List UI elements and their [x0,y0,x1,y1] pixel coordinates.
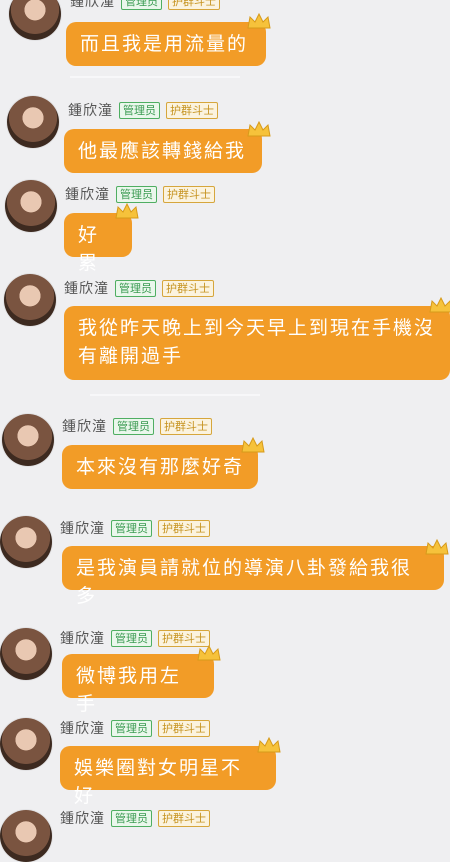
avatar[interactable] [0,810,52,862]
message-bubble[interactable]: 我從昨天晚上到今天早上到現在手機沒有離開過手 [64,306,450,380]
avatar[interactable] [0,718,52,770]
sender-name: 鍾欣潼 [70,0,115,10]
divider [90,394,260,396]
admin-tag: 管理员 [111,719,152,737]
sender-name: 鍾欣潼 [60,811,105,827]
admin-tag: 管理员 [119,101,160,119]
message-bubble[interactable]: 是我演員請就位的導演八卦發給我很多 [62,546,444,607]
sender-name: 鍾欣潼 [60,631,105,647]
crown-icon [241,436,265,453]
admin-tag: 管理员 [111,629,152,647]
message-bubble[interactable]: 娛樂圈對女明星不好 [60,746,276,807]
message-bubble[interactable]: 他最應該轉錢給我 [64,129,262,173]
admin-tag: 管理员 [115,279,156,297]
avatar[interactable] [0,628,52,680]
avatar[interactable] [7,96,59,148]
guard-tag: 护群斗士 [158,519,210,537]
guard-tag: 护群斗士 [162,279,214,297]
admin-tag: 管理员 [121,0,162,10]
avatar[interactable] [2,414,54,466]
guard-tag: 护群斗士 [160,417,212,435]
crown-icon [115,202,139,219]
sender-name: 鍾欣潼 [68,103,113,119]
avatar[interactable] [4,274,56,326]
admin-tag: 管理员 [111,809,152,827]
admin-tag: 管理员 [116,185,157,203]
guard-tag: 护群斗士 [163,185,215,203]
divider [70,76,240,78]
guard-tag: 护群斗士 [166,101,218,119]
crown-icon [257,736,281,753]
crown-icon [425,538,449,555]
message-bubble[interactable]: 微博我用左手 [62,654,214,715]
sender-name: 鍾欣潼 [60,521,105,537]
sender-name: 鍾欣潼 [64,281,109,297]
guard-tag: 护群斗士 [158,809,210,827]
message-bubble[interactable]: 本來沒有那麼好奇 [62,445,258,489]
crown-icon [247,120,271,137]
crown-icon [247,12,271,29]
avatar[interactable] [5,180,57,232]
avatar[interactable] [0,516,52,568]
sender-name: 鍾欣潼 [65,187,110,203]
avatar[interactable] [9,0,61,40]
message-bubble[interactable]: 而且我是用流量的 [66,22,266,66]
admin-tag: 管理员 [111,519,152,537]
guard-tag: 护群斗士 [168,0,220,10]
crown-icon [197,644,221,661]
admin-tag: 管理员 [113,417,154,435]
guard-tag: 护群斗士 [158,719,210,737]
sender-name: 鍾欣潼 [60,721,105,737]
crown-icon [429,296,450,313]
sender-name: 鍾欣潼 [62,419,107,435]
